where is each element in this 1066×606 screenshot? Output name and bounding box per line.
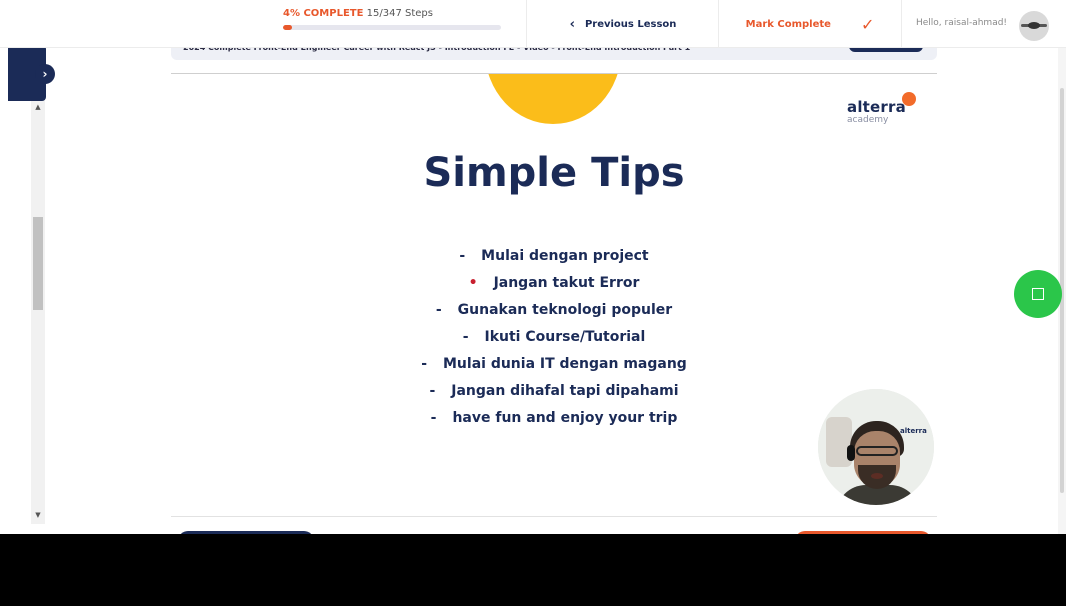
- progress-text: 4% COMPLETE 15/347 Steps: [283, 8, 503, 19]
- alterra-logo: alterra academy: [847, 92, 916, 125]
- slide-title: Simple Tips: [423, 150, 685, 196]
- tip-text: Jangan dihafal tapi dipahami: [451, 383, 679, 399]
- scroll-down-icon[interactable]: ▼: [31, 508, 45, 522]
- brand-sub: academy: [847, 115, 889, 125]
- tip-item: - Mulai dengan project: [459, 248, 649, 264]
- topbar-divider: [526, 0, 527, 48]
- course-progress: 4% COMPLETE 15/347 Steps: [283, 8, 503, 30]
- previous-lesson-label: Previous Lesson: [584, 18, 677, 30]
- tip-text: Mulai dunia IT dengan magang: [443, 356, 687, 372]
- scroll-up-icon[interactable]: ▲: [31, 100, 45, 114]
- black-overlay: [0, 534, 1066, 606]
- tip-item: - Gunakan teknologi populer: [435, 302, 673, 318]
- top-bar: 4% COMPLETE 15/347 Steps ‹ Previous Less…: [0, 0, 1066, 48]
- progress-bar: [283, 25, 501, 30]
- lesson-page: 2024 Complete Front-End Engineer Career …: [0, 0, 1066, 606]
- chat-icon: [1032, 288, 1044, 300]
- tip-item: - Mulai dunia IT dengan magang: [421, 356, 687, 372]
- tip-text: Ikuti Course/Tutorial: [484, 329, 646, 345]
- previous-lesson-button[interactable]: ‹ Previous Lesson: [528, 0, 718, 48]
- mark-complete-label: Mark Complete: [745, 18, 831, 30]
- check-icon: ✓: [860, 14, 875, 34]
- mark-complete-button[interactable]: Mark Complete ✓: [720, 0, 900, 48]
- chevron-right-icon: ›: [35, 64, 55, 84]
- content-divider: [171, 516, 937, 517]
- tip-item: • Jangan takut Error: [468, 275, 640, 291]
- progress-steps: 15/347 Steps: [366, 8, 433, 19]
- tip-text: have fun and enjoy your trip: [452, 410, 678, 426]
- left-scrollbar-thumb[interactable]: [33, 217, 43, 310]
- presenter-webcam: alterra: [818, 389, 934, 505]
- sidebar-toggle-button[interactable]: ›: [8, 45, 55, 101]
- logo-dot: [902, 92, 916, 106]
- webcam-logo: alterra: [900, 427, 927, 435]
- tip-text: Jangan takut Error: [493, 275, 640, 291]
- topbar-divider: [718, 0, 719, 48]
- tip-text: Mulai dengan project: [481, 248, 649, 264]
- topbar-divider: [901, 0, 902, 48]
- chevron-left-icon: ‹: [569, 16, 575, 32]
- avatar[interactable]: [1019, 11, 1049, 41]
- brand-name: alterra: [847, 98, 906, 116]
- progress-percent: 4% COMPLETE: [283, 8, 364, 19]
- tip-text: Gunakan teknologi populer: [457, 302, 673, 318]
- chat-button[interactable]: [1014, 270, 1062, 318]
- tip-item: - Ikuti Course/Tutorial: [462, 329, 646, 345]
- left-scrollbar[interactable]: ▲ ▼: [31, 100, 45, 524]
- decorative-circle: [485, 74, 621, 124]
- progress-fill: [283, 25, 292, 30]
- user-greeting: Hello, raisal-ahmad!: [916, 18, 1008, 28]
